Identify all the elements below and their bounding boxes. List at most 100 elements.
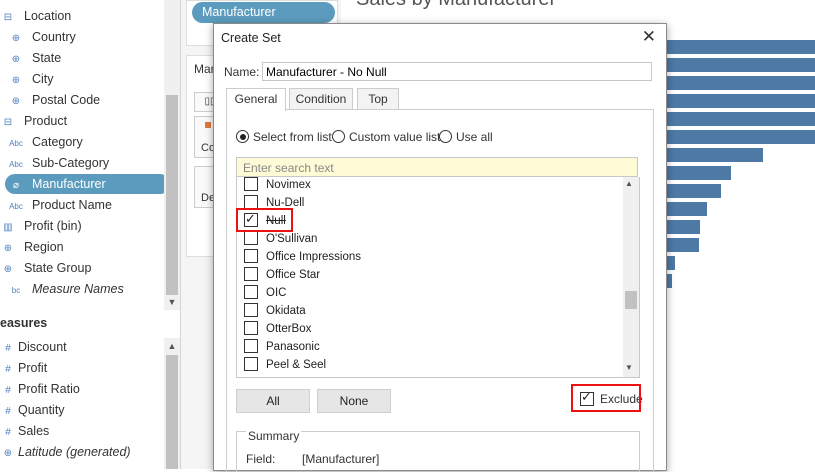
checkbox-icon[interactable] xyxy=(244,357,258,371)
exclude-callout xyxy=(571,384,641,412)
field-label: Sub-Category xyxy=(32,156,110,170)
abc-icon: bc xyxy=(11,286,21,295)
field-city[interactable]: ⊕ City xyxy=(8,69,54,89)
field-product-name[interactable]: Abc Product Name xyxy=(8,195,112,215)
all-button[interactable]: All xyxy=(236,389,310,413)
data-pane: ⊟ Location ⊕ Country ⊕ State ⊕ City ⊕ Postal Code… xyxy=(0,0,181,469)
list-item-label: Okidata xyxy=(266,305,306,317)
list-item-label: O'Sullivan xyxy=(266,233,318,245)
measure-profit[interactable]: # Profit xyxy=(0,358,47,378)
scroll-down-arrow-icon[interactable]: ▼ xyxy=(625,363,633,372)
list-item-label: OIC xyxy=(266,287,287,299)
none-button[interactable]: None xyxy=(317,389,391,413)
list-item[interactable]: O'Sullivan xyxy=(244,230,317,248)
checkbox-icon[interactable] xyxy=(244,303,258,317)
field-label: Location xyxy=(24,9,72,23)
field-label: Product xyxy=(24,114,68,128)
list-item-label: Peel & Seel xyxy=(266,359,327,371)
checkbox-icon[interactable] xyxy=(244,177,258,191)
select-from-list-radio[interactable]: Select from list xyxy=(236,130,332,144)
field-manufacturer[interactable]: ⌀ Manufacturer xyxy=(5,174,170,194)
dialog-title: Create Set xyxy=(221,31,281,45)
custom-value-list-radio[interactable]: Custom value list xyxy=(332,130,440,144)
hierarchy-icon: ⊟ xyxy=(3,12,13,23)
checkbox-icon[interactable] xyxy=(244,321,258,335)
manufacturer-pill[interactable]: Manufacturer xyxy=(192,2,335,23)
measure-quantity[interactable]: # Quantity xyxy=(0,400,65,420)
measures-scroll-thumb[interactable] xyxy=(166,355,178,469)
list-item[interactable]: Okidata xyxy=(244,302,306,320)
measure-discount[interactable]: # Discount xyxy=(0,337,66,357)
field-value: [Manufacturer] xyxy=(302,452,380,466)
list-item[interactable]: Novimex xyxy=(244,177,311,194)
tab-general[interactable]: General xyxy=(226,88,286,111)
field-profit-bin-[interactable]: ▥ Profit (bin) xyxy=(0,216,81,236)
select-from-list-label: Select from list xyxy=(253,130,332,144)
field-product[interactable]: ⊟ Product xyxy=(0,111,67,131)
search-input[interactable]: Enter search text xyxy=(236,157,638,177)
radio-icon xyxy=(332,130,345,143)
custom-value-list-label: Custom value list xyxy=(349,130,441,144)
measure-label: Quantity xyxy=(18,403,65,417)
scroll-down-arrow-icon[interactable]: ▼ xyxy=(165,295,179,309)
field-label: Postal Code xyxy=(32,93,101,107)
close-icon[interactable]: ✕ xyxy=(642,27,656,47)
globe-icon: ⊕ xyxy=(11,54,21,65)
create-set-dialog: Create Set ✕ Name: General Condition Top… xyxy=(213,23,667,472)
field-state[interactable]: ⊕ State xyxy=(8,48,61,68)
sheet-title: Sales by Manufacturer xyxy=(356,0,556,11)
list-item[interactable]: Peel & Seel xyxy=(244,356,326,374)
use-all-radio[interactable]: Use all xyxy=(439,130,493,144)
name-label: Name: xyxy=(224,65,260,79)
globe-icon: ⊕ xyxy=(11,96,21,107)
list-item[interactable]: OIC xyxy=(244,284,286,302)
field-label: Field: xyxy=(246,452,276,466)
measure-latitude-generated-[interactable]: ⊕ Latitude (generated) xyxy=(0,442,131,462)
dimensions-scroll-thumb[interactable] xyxy=(166,95,178,295)
list-item[interactable]: Office Star xyxy=(244,266,320,284)
measure-profit-ratio[interactable]: # Profit Ratio xyxy=(0,379,80,399)
checkbox-icon[interactable] xyxy=(244,195,258,209)
measure-label: Profit Ratio xyxy=(18,382,80,396)
field-postal-code[interactable]: ⊕ Postal Code xyxy=(8,90,100,110)
checkbox-icon[interactable] xyxy=(244,285,258,299)
checkbox-icon[interactable] xyxy=(244,267,258,281)
field-category[interactable]: Abc Category xyxy=(8,132,83,152)
globe-icon: ⊕ xyxy=(3,448,13,459)
field-label: Product Name xyxy=(32,198,112,212)
field-region[interactable]: ⊕ Region xyxy=(0,237,64,257)
list-item[interactable]: Office Impressions xyxy=(244,248,361,266)
list-item[interactable]: Panasonic xyxy=(244,338,320,356)
abc-icon: Abc xyxy=(9,139,23,148)
list-item[interactable]: OtterBox xyxy=(244,320,311,338)
field-state-group[interactable]: ⊕ State Group xyxy=(0,258,92,278)
hierarchy-icon: ⊟ xyxy=(3,117,13,128)
checkbox-icon[interactable] xyxy=(244,249,258,263)
field-location[interactable]: ⊟ Location xyxy=(0,6,71,26)
list-item-label: Office Impressions xyxy=(266,251,362,263)
abc-icon: Abc xyxy=(9,160,23,169)
list-item-label: Office Star xyxy=(266,269,321,281)
field-label: State Group xyxy=(24,261,92,275)
checkbox-icon[interactable] xyxy=(244,231,258,245)
field-measure-names[interactable]: bc Measure Names xyxy=(8,279,124,299)
scroll-up-arrow-icon[interactable]: ▲ xyxy=(165,339,179,353)
abc-icon: Abc xyxy=(9,202,23,211)
field-sub-category[interactable]: Abc Sub-Category xyxy=(8,153,109,173)
scroll-up-arrow-icon[interactable]: ▲ xyxy=(625,179,633,188)
measure-sales[interactable]: # Sales xyxy=(0,421,49,441)
measure-label: Sales xyxy=(18,424,50,438)
hash-icon: # xyxy=(5,406,11,417)
set-name-input[interactable] xyxy=(262,62,652,81)
tab-top[interactable]: Top xyxy=(357,88,399,110)
field-country[interactable]: ⊕ Country xyxy=(8,27,76,47)
checkbox-icon[interactable] xyxy=(244,339,258,353)
measure-label: Latitude (generated) xyxy=(18,445,131,459)
marks-label: Mar xyxy=(194,62,215,76)
list-scrollbar[interactable]: ▲ ▼ xyxy=(623,177,639,377)
use-all-label: Use all xyxy=(456,130,493,144)
list-scroll-thumb[interactable] xyxy=(625,291,637,309)
tab-condition[interactable]: Condition xyxy=(289,88,353,110)
member-list: NovimexNu-DellNullO'SullivanOffice Impre… xyxy=(236,177,640,378)
hash-icon: # xyxy=(5,427,11,438)
